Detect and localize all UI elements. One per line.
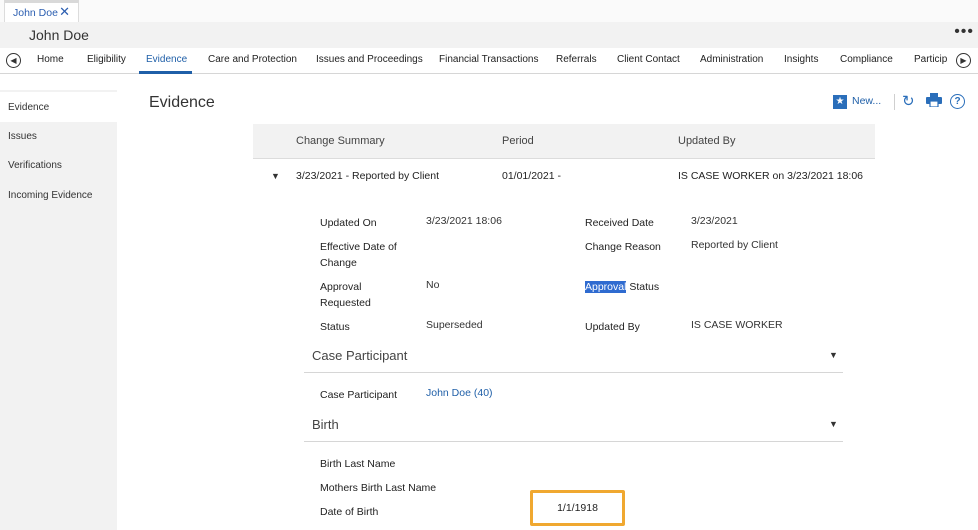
selected-text: Approval <box>585 281 627 293</box>
case-participant-link[interactable]: John Doe (40) <box>426 385 493 401</box>
label-change-reason: Change Reason <box>585 241 661 253</box>
row-change-summary: 3/23/2021 - Reported by Client <box>296 170 440 182</box>
tab-evidence[interactable]: Evidence <box>146 54 187 65</box>
label-status: Status <box>320 321 350 333</box>
sidebar-item-incoming-evidence[interactable]: Incoming Evidence <box>0 180 117 210</box>
tab-participants[interactable]: Particip <box>914 54 947 65</box>
value-change-reason: Reported by Client <box>691 239 778 251</box>
tab-home[interactable]: Home <box>37 54 64 65</box>
label-approval-requested-2: Requested <box>320 297 371 309</box>
label-mothers-birth-last-name: Mothers Birth Last Name <box>320 482 437 494</box>
toolbar-divider <box>894 94 895 110</box>
new-button[interactable]: New... <box>852 95 881 107</box>
person-header: John Doe ••• <box>0 22 978 48</box>
date-of-birth-value: 1/1/1918 <box>530 490 625 526</box>
row-updated-by: IS CASE WORKER on 3/23/2021 18:06 <box>678 170 864 182</box>
page-title: Evidence <box>149 94 215 111</box>
label-received-date: Received Date <box>585 217 654 229</box>
tab-care-and-protection[interactable]: Care and Protection <box>208 54 297 65</box>
collapse-row-icon[interactable]: ▼ <box>271 171 280 181</box>
label-updated-by: Updated By <box>585 321 640 333</box>
label-case-participant: Case Participant <box>320 389 398 401</box>
label-approval-requested-1: Approval <box>320 281 362 293</box>
sidebar-item-verifications[interactable]: Verifications <box>0 150 117 180</box>
sidebar-item-issues[interactable]: Issues <box>0 121 117 151</box>
print-icon[interactable] <box>926 93 942 107</box>
close-icon[interactable]: ✕ <box>59 5 70 19</box>
label-birth-last-name: Birth Last Name <box>320 458 396 470</box>
tab-referrals[interactable]: Referrals <box>556 54 597 65</box>
label-approval-status-rest: Status <box>626 281 660 293</box>
tab-compliance[interactable]: Compliance <box>840 54 893 65</box>
value-updated-by: IS CASE WORKER <box>691 319 783 331</box>
tab-label[interactable]: John Doe <box>13 7 58 19</box>
scroll-right-icon[interactable]: ▶ <box>956 53 971 68</box>
chevron-down-icon[interactable]: ▼ <box>829 350 838 360</box>
section-title-birth[interactable]: Birth <box>312 417 339 432</box>
tab-john-doe[interactable]: John Doe ✕ <box>4 0 79 22</box>
value-received-date: 3/23/2021 <box>691 215 738 227</box>
tab-issues-and-proceedings[interactable]: Issues and Proceedings <box>316 54 423 65</box>
label-effective-date-1: Effective Date of <box>320 241 397 253</box>
label-effective-date-2: Change <box>320 257 357 269</box>
column-header-change-summary[interactable]: Change Summary <box>296 135 385 147</box>
scroll-left-icon[interactable]: ◀ <box>6 53 21 68</box>
value-approval-requested: No <box>426 279 440 291</box>
section-title-case-participant[interactable]: Case Participant <box>312 348 407 363</box>
help-icon[interactable]: ? <box>950 94 965 109</box>
row-period: 01/01/2021 - <box>502 170 561 182</box>
value-updated-on: 3/23/2021 18:06 <box>426 215 502 227</box>
tab-strip: John Doe ✕ <box>0 0 978 22</box>
person-name: John Doe <box>29 27 89 43</box>
label-updated-on: Updated On <box>320 217 377 229</box>
column-header-updated-by[interactable]: Updated By <box>678 135 735 147</box>
sidebar: Evidence Issues Verifications Incoming E… <box>0 90 117 530</box>
column-header-period[interactable]: Period <box>502 135 534 147</box>
section-divider <box>304 372 843 373</box>
label-date-of-birth: Date of Birth <box>320 506 379 518</box>
tab-eligibility[interactable]: Eligibility <box>87 54 126 65</box>
new-star-icon[interactable]: ★ <box>833 95 847 109</box>
tab-insights[interactable]: Insights <box>784 54 818 65</box>
label-approval-status: Approval Status <box>585 279 659 295</box>
value-status: Superseded <box>426 319 483 331</box>
evidence-table-header: Change Summary Period Updated By <box>253 124 875 159</box>
refresh-icon[interactable]: ↻ <box>902 92 915 110</box>
chevron-down-icon[interactable]: ▼ <box>829 419 838 429</box>
tab-financial-transactions[interactable]: Financial Transactions <box>439 54 539 65</box>
active-tab-indicator <box>139 71 192 74</box>
tab-client-contact[interactable]: Client Contact <box>617 54 680 65</box>
more-options-icon[interactable]: ••• <box>954 23 974 41</box>
section-divider <box>304 441 843 442</box>
tab-administration[interactable]: Administration <box>700 54 763 65</box>
sidebar-item-evidence[interactable]: Evidence <box>0 92 117 122</box>
